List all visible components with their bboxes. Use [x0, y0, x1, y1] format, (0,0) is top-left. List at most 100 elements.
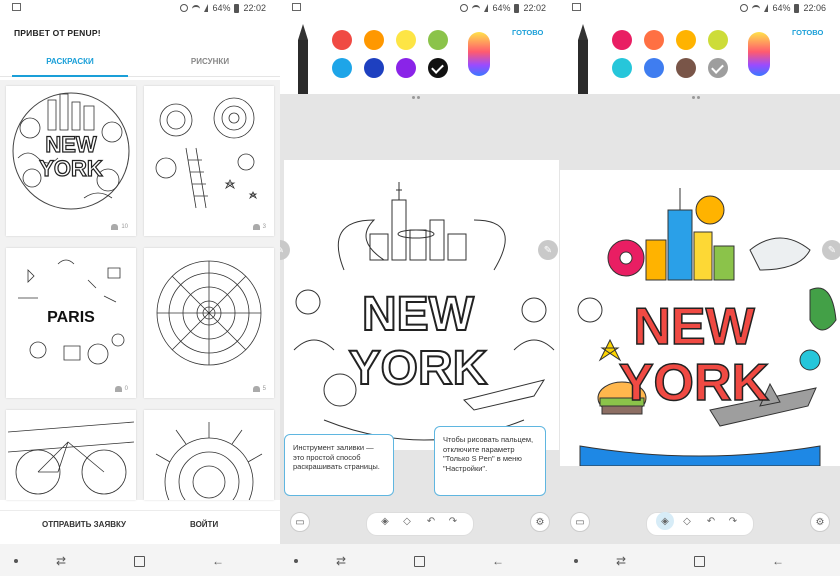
redo-icon[interactable]: ↷: [444, 512, 462, 530]
like-counter[interactable]: 0: [114, 386, 128, 392]
card-bicycle[interactable]: [6, 410, 136, 500]
card-mandala[interactable]: 5: [144, 248, 274, 398]
bottom-actions: ОТПРАВИТЬ ЗАЯВКУ ВОЙТИ: [0, 510, 280, 541]
alarm-icon: [460, 4, 469, 12]
eraser-icon[interactable]: ◇: [398, 512, 416, 530]
like-counter[interactable]: 10: [111, 224, 128, 230]
art-line-2: YORK: [39, 156, 103, 181]
color-swatch-4[interactable]: [708, 30, 728, 50]
art-line-1: PARIS: [47, 309, 95, 326]
clock: 22:02: [523, 3, 546, 13]
color-swatch-4[interactable]: [428, 30, 448, 50]
signal-icon: [764, 4, 769, 12]
home-screen: 64% 22:02 ПРИВЕТ ОТ PENUP! РАСКРАСКИ РИС…: [0, 0, 280, 576]
card-new-york[interactable]: NEW YORK 10: [6, 86, 136, 236]
color-swatch-3[interactable]: [396, 30, 416, 50]
color-swatch-8[interactable]: [708, 58, 728, 78]
tab-coloring[interactable]: РАСКРАСКИ: [0, 54, 140, 74]
open-folder-icon[interactable]: ▭: [290, 512, 310, 532]
eraser-icon[interactable]: ◇: [678, 512, 696, 530]
recents-icon[interactable]: ⇄: [616, 554, 626, 568]
home-icon[interactable]: [134, 556, 145, 567]
mandala-thumbnail: [146, 250, 272, 376]
color-swatch-7[interactable]: [396, 58, 416, 78]
color-picker-button[interactable]: [748, 32, 770, 76]
editor-toolbar: ▭ ◈ ◇ ↶ ↷ ⚙: [280, 504, 560, 540]
done-button[interactable]: ГОТОВО: [792, 28, 823, 37]
home-icon[interactable]: [414, 556, 425, 567]
settings-gear-icon[interactable]: ⚙: [530, 512, 550, 532]
back-icon[interactable]: ←: [212, 554, 224, 568]
fill-bucket-icon[interactable]: ◈: [376, 512, 394, 530]
undo-icon[interactable]: ↶: [702, 512, 720, 530]
color-swatch-1[interactable]: [612, 30, 632, 50]
color-picker-button[interactable]: [468, 32, 490, 76]
editor-screen-colored: 64% 22:06 ГОТОВО NEW YORK ✎ ▭ ◈ ◇ ↶ ↷ ⚙ …: [560, 0, 840, 576]
recents-icon[interactable]: ⇄: [336, 554, 346, 568]
art-line-1: NEW: [633, 298, 755, 356]
palette-page-indicator: [412, 86, 426, 99]
color-swatch-6[interactable]: [644, 58, 664, 78]
color-swatch-7[interactable]: [676, 58, 696, 78]
fill-bucket-icon[interactable]: ◈: [656, 512, 674, 530]
gallery-icon: [572, 3, 581, 11]
pencil-icon[interactable]: [296, 24, 310, 94]
art-line-1: NEW: [45, 132, 97, 157]
open-folder-icon[interactable]: ▭: [570, 512, 590, 532]
card-fantasy-swirls[interactable]: 3: [144, 86, 274, 236]
editor-toolbar: ▭ ◈ ◇ ↶ ↷ ⚙: [560, 504, 840, 540]
recents-icon[interactable]: ⇄: [56, 554, 66, 568]
page-title: ПРИВЕТ ОТ PENUP!: [14, 28, 101, 38]
color-swatch-3[interactable]: [676, 30, 696, 50]
art-line-2: YORK: [619, 354, 770, 412]
color-swatch-2[interactable]: [364, 30, 384, 50]
color-swatch-5[interactable]: [612, 58, 632, 78]
edit-pencil-icon[interactable]: ✎: [822, 240, 840, 260]
color-swatch-1[interactable]: [332, 30, 352, 50]
heart-icon: [111, 224, 119, 230]
heart-icon: [114, 386, 122, 392]
paris-thumbnail: PARIS: [8, 250, 134, 376]
status-bar: 64% 22:06: [560, 0, 840, 16]
art-line-2: YORK: [349, 342, 488, 395]
battery-icon: [234, 3, 240, 13]
heart-icon: [252, 224, 260, 230]
color-swatch-5[interactable]: [332, 58, 352, 78]
nav-dot-icon[interactable]: [574, 559, 578, 563]
back-icon[interactable]: ←: [772, 554, 784, 568]
system-nav-bar: ⇄ ←: [280, 544, 560, 576]
like-counter[interactable]: 5: [252, 386, 266, 392]
system-nav-bar: ⇄ ←: [560, 544, 840, 576]
color-swatch-8[interactable]: [428, 58, 448, 78]
pencil-icon[interactable]: [576, 24, 590, 94]
drawing-canvas[interactable]: NEW YORK: [284, 160, 559, 450]
login-button[interactable]: ВОЙТИ: [190, 520, 218, 529]
gallery-icon: [12, 3, 21, 11]
color-swatch-2[interactable]: [644, 30, 664, 50]
nav-dot-icon[interactable]: [294, 559, 298, 563]
home-icon[interactable]: [694, 556, 705, 567]
color-swatch-6[interactable]: [364, 58, 384, 78]
nav-dot-icon[interactable]: [14, 559, 18, 563]
back-icon[interactable]: ←: [492, 554, 504, 568]
gallery-icon: [292, 3, 301, 11]
edit-pencil-icon[interactable]: ✎: [538, 240, 558, 260]
editor-screen-line-art: 64% 22:02 ГОТОВО NEW YORK ✎ Инструмент з…: [280, 0, 560, 576]
coloring-grid: NEW YORK 10 3 PARIS 0 5: [0, 80, 280, 500]
wifi-icon: [752, 4, 761, 12]
alarm-icon: [180, 4, 189, 12]
system-nav-bar: ⇄ ←: [0, 544, 280, 576]
tab-drawings[interactable]: РИСУНКИ: [140, 54, 280, 74]
card-sunflower-mandala[interactable]: [144, 410, 274, 500]
drawing-canvas[interactable]: NEW YORK: [560, 170, 840, 467]
settings-gear-icon[interactable]: ⚙: [810, 512, 830, 532]
status-bar: 64% 22:02: [0, 0, 280, 16]
redo-icon[interactable]: ↷: [724, 512, 742, 530]
palette-page-indicator: [692, 86, 706, 99]
send-request-button[interactable]: ОТПРАВИТЬ ЗАЯВКУ: [42, 520, 126, 529]
like-counter[interactable]: 3: [252, 224, 266, 230]
active-tab-indicator: [12, 75, 128, 77]
card-paris[interactable]: PARIS 0: [6, 248, 136, 398]
undo-icon[interactable]: ↶: [422, 512, 440, 530]
done-button[interactable]: ГОТОВО: [512, 28, 543, 37]
